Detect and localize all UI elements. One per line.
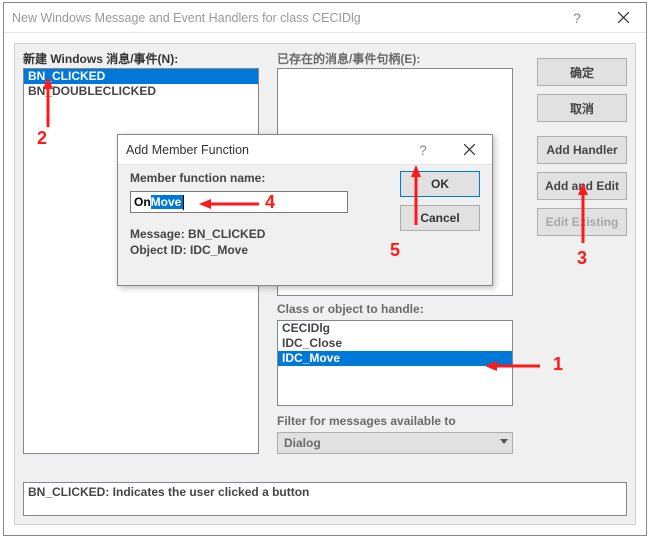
help-button[interactable]: ? — [554, 3, 600, 33]
class-object-label: Class or object to handle: — [277, 302, 424, 316]
edit-existing-button[interactable]: Edit Existing — [537, 208, 627, 236]
filter-combo[interactable]: Dialog — [277, 432, 513, 454]
titlebar: New Windows Message and Event Handlers f… — [4, 3, 646, 33]
modal-titlebar: Add Member Function ? — [118, 135, 492, 165]
modal-help-button[interactable]: ? — [400, 135, 446, 165]
chevron-down-icon — [500, 439, 508, 444]
text-caret — [183, 195, 184, 210]
modal-ok-button[interactable]: OK — [400, 171, 480, 197]
filter-label: Filter for messages available to — [277, 414, 456, 428]
new-messages-label: 新建 Windows 消息/事件(N): — [23, 50, 178, 67]
add-handler-button[interactable]: Add Handler — [537, 136, 627, 164]
list-item[interactable]: CECIDlg — [278, 321, 512, 336]
input-prefix: On — [131, 195, 151, 209]
list-item[interactable]: IDC_Move — [278, 351, 512, 366]
modal-close-button[interactable] — [446, 135, 492, 165]
list-item[interactable]: BN_CLICKED — [24, 69, 258, 84]
close-icon — [464, 144, 475, 155]
status-text: BN_CLICKED: Indicates the user clicked a… — [23, 482, 627, 516]
ok-button[interactable]: 确定 — [537, 58, 627, 86]
modal-object-label: Object ID: IDC_Move — [130, 243, 480, 257]
modal-title: Add Member Function — [126, 143, 249, 157]
add-member-function-dialog: Add Member Function ? Member function na… — [117, 134, 493, 286]
class-object-list[interactable]: CECIDlg IDC_Close IDC_Move — [277, 320, 513, 406]
input-selection: Move — [151, 195, 184, 209]
modal-cancel-button[interactable]: Cancel — [400, 205, 480, 231]
close-button[interactable] — [600, 3, 646, 33]
close-icon — [618, 12, 629, 23]
add-and-edit-button[interactable]: Add and Edit — [537, 172, 627, 200]
cancel-button[interactable]: 取消 — [537, 94, 627, 122]
list-item[interactable]: IDC_Close — [278, 336, 512, 351]
filter-value: Dialog — [284, 436, 321, 450]
existing-label: 已存在的消息/事件句柄(E): — [277, 50, 420, 67]
window-title: New Windows Message and Event Handlers f… — [12, 11, 361, 25]
member-function-name-input[interactable]: OnMove — [130, 191, 348, 213]
list-item[interactable]: BN_DOUBLECLICKED — [24, 84, 258, 99]
